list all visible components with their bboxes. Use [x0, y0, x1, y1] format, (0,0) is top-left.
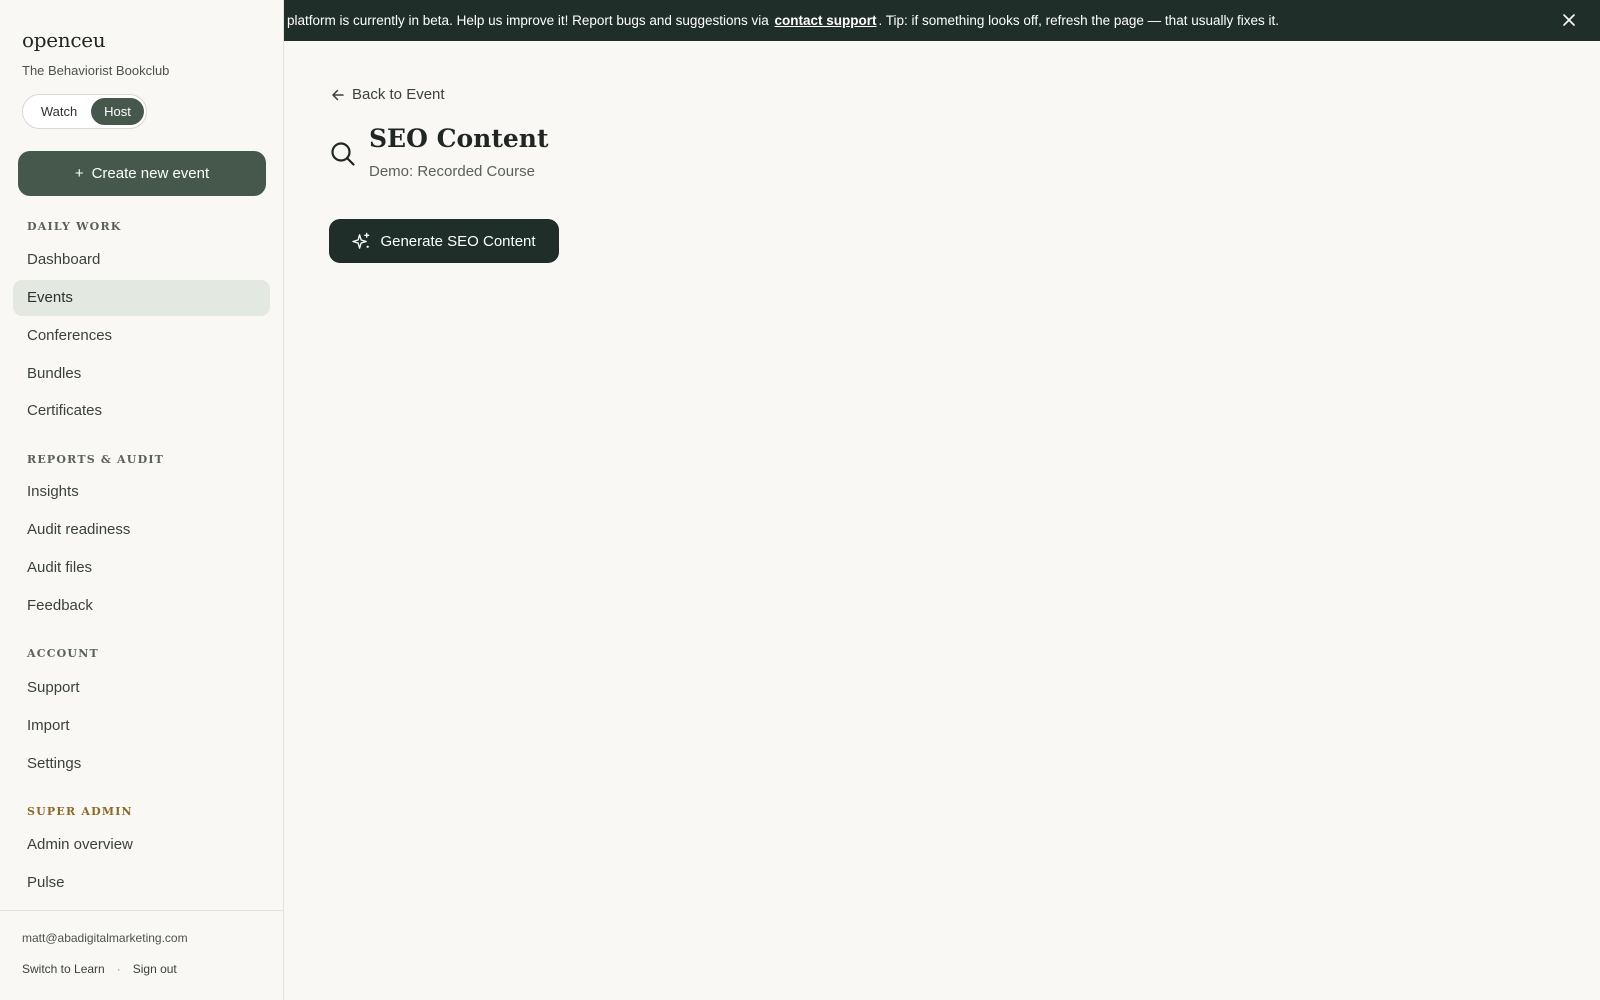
create-event-button[interactable]: + Create new event	[18, 151, 266, 196]
page-subtitle: Demo: Recorded Course	[369, 163, 535, 180]
generate-seo-content-label: Generate SEO Content	[380, 232, 536, 250]
sidebar-item-settings[interactable]: Settings	[13, 746, 270, 782]
mode-watch-button[interactable]: Watch	[27, 98, 91, 125]
contact-support-link[interactable]: contact support	[775, 13, 877, 28]
user-email: matt@abadigitalmarketing.com	[22, 931, 188, 945]
create-event-label: Create new event	[91, 165, 210, 182]
sidebar-item-certificates[interactable]: Certificates	[13, 393, 270, 429]
banner-text-after: . Tip: if something looks off, refresh t…	[878, 13, 1279, 28]
sidebar-item-bundles[interactable]: Bundles	[13, 356, 270, 392]
section-account: ACCOUNT	[27, 647, 99, 660]
org-name: The Behaviorist Bookclub	[22, 63, 170, 78]
mode-toggle: Watch Host	[22, 94, 147, 129]
back-to-event-label: Back to Event	[352, 86, 445, 103]
sparkles-icon	[352, 232, 370, 249]
page-title: SEO Content	[369, 124, 549, 153]
mode-host-button[interactable]: Host	[91, 98, 144, 125]
section-reports-audit: REPORTS & AUDIT	[27, 453, 165, 466]
sign-out-link[interactable]: Sign out	[133, 962, 177, 976]
section-super-admin: SUPER ADMIN	[27, 805, 133, 818]
back-to-event-link[interactable]: Back to Event	[330, 86, 445, 103]
search-icon	[331, 142, 355, 166]
sidebar-footer: matt@abadigitalmarketing.com Switch to L…	[0, 910, 284, 1000]
sidebar-item-audit-readiness[interactable]: Audit readiness	[13, 512, 270, 548]
sidebar: openceu The Behaviorist Bookclub Watch H…	[0, 0, 284, 1000]
close-icon[interactable]	[1560, 11, 1578, 29]
sidebar-item-feedback[interactable]: Feedback	[13, 588, 270, 624]
section-daily-work: DAILY WORK	[27, 220, 122, 233]
beta-banner: platform is currently in beta. Help us i…	[284, 0, 1600, 41]
sidebar-item-audit-files[interactable]: Audit files	[13, 550, 270, 586]
sidebar-item-support[interactable]: Support	[13, 670, 270, 706]
sidebar-item-import[interactable]: Import	[13, 708, 270, 744]
sidebar-item-pulse[interactable]: Pulse	[13, 865, 270, 901]
footer-links: Switch to Learn · Sign out	[22, 962, 177, 976]
banner-text-before: platform is currently in beta. Help us i…	[287, 13, 769, 28]
plus-icon: +	[74, 165, 84, 182]
sidebar-item-insights[interactable]: Insights	[13, 474, 270, 510]
brand-logo[interactable]: openceu	[22, 28, 106, 52]
sidebar-item-dashboard[interactable]: Dashboard	[13, 242, 270, 278]
sidebar-item-admin-overview[interactable]: Admin overview	[13, 827, 270, 863]
sidebar-item-conferences[interactable]: Conferences	[13, 318, 270, 354]
switch-to-learn-link[interactable]: Switch to Learn	[22, 962, 105, 976]
arrow-left-icon	[332, 89, 344, 100]
footer-separator: ·	[116, 962, 121, 976]
generate-seo-content-button[interactable]: Generate SEO Content	[329, 219, 559, 263]
sidebar-item-events[interactable]: Events	[13, 280, 270, 316]
